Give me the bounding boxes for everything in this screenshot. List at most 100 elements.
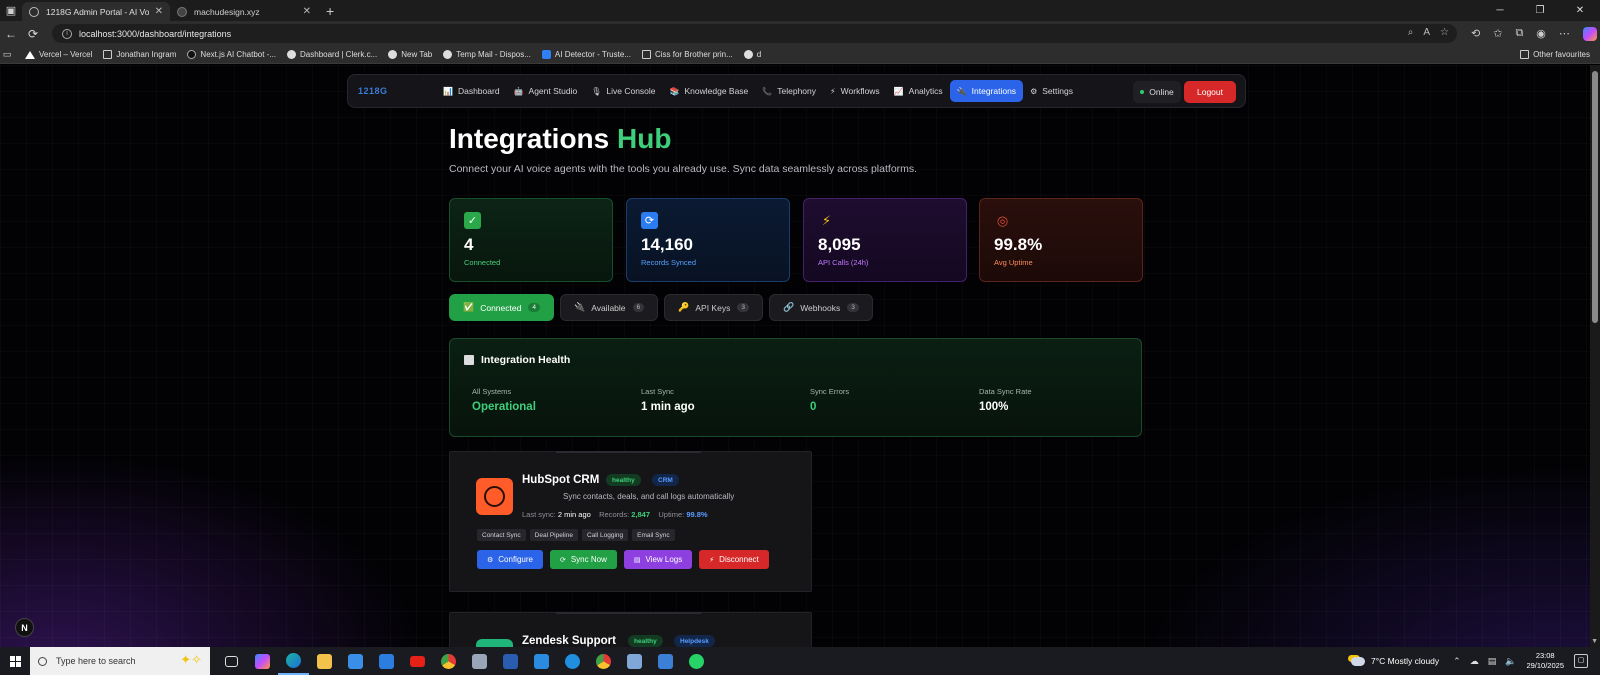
app-icon[interactable] — [650, 647, 681, 675]
new-tab-icon[interactable]: + — [326, 3, 334, 19]
sync-icon: ⟳ — [641, 212, 658, 229]
start-button[interactable] — [0, 655, 30, 667]
app-icon[interactable] — [557, 647, 588, 675]
extensions-icon[interactable]: ⟲ — [1471, 27, 1480, 40]
refresh-icon[interactable]: ⟳ — [22, 27, 44, 41]
powershell-icon[interactable] — [495, 647, 526, 675]
site-info-icon[interactable]: i — [62, 28, 72, 39]
bookmark-item[interactable]: Jonathan Ingram — [103, 50, 176, 59]
bookmark-item[interactable]: Vercel – Vercel — [25, 50, 92, 59]
bookmark-item[interactable]: Ciss for Brother prin... — [641, 50, 733, 59]
nav-item-workflows[interactable]: ⚡ Workflows — [823, 80, 887, 102]
integration-description: Sync contacts, deals, and call logs auto… — [563, 492, 735, 501]
nav-item-integrations[interactable]: 🔌 Integrations — [949, 80, 1024, 102]
disconnect-button[interactable]: ⚡ Disconnect — [699, 550, 769, 569]
app-icon[interactable] — [464, 647, 495, 675]
nav-item-knowledge-base[interactable]: 📚 Knowledge Base — [663, 80, 756, 102]
mail-icon[interactable] — [371, 647, 402, 675]
tab-connected[interactable]: ✅ Connected 4 — [449, 294, 554, 321]
scrollbar[interactable]: ▼ — [1590, 65, 1600, 647]
target-icon: ◎ — [996, 212, 1009, 228]
bookmark-item[interactable]: AI Detector - Truste... — [541, 50, 631, 59]
tab-close-icon[interactable]: ✕ — [303, 6, 311, 17]
favorites-icon[interactable]: ✩ — [1493, 27, 1502, 40]
bookmark-item[interactable]: d — [743, 50, 761, 59]
scrollbar-thumb[interactable] — [1592, 71, 1598, 323]
tab-webhooks[interactable]: 🔗 Webhooks 3 — [768, 294, 873, 321]
sync-now-button[interactable]: ⟳ Sync Now — [549, 550, 617, 569]
health-metric-sync-errors: Sync Errors 0 — [810, 387, 850, 413]
network-icon[interactable]: ▤ — [1488, 656, 1497, 667]
chrome-icon[interactable] — [588, 647, 619, 675]
books-icon: 📚 — [669, 86, 680, 96]
nav-item-analytics[interactable]: 📈 Analytics — [887, 80, 950, 102]
browser-tab-active[interactable]: 1218G Admin Portal - AI Voice Ag ✕ — [22, 2, 170, 21]
bookmark-item[interactable]: New Tab — [388, 50, 432, 59]
nav-item-live-console[interactable]: 🎙 Live Console — [584, 80, 662, 102]
zoom-icon[interactable]: ⌕ — [1408, 27, 1414, 38]
nav-item-dashboard[interactable]: 📊 Dashboard — [436, 80, 507, 102]
close-window-icon[interactable]: ✕ — [1560, 5, 1600, 16]
whatsapp-icon[interactable] — [681, 647, 712, 675]
file-explorer-icon[interactable] — [309, 647, 340, 675]
other-favourites[interactable]: Other favourites — [1520, 50, 1590, 59]
nav-item-settings[interactable]: ⚙ Settings — [1023, 80, 1080, 102]
plug-icon: 🔌 — [956, 86, 967, 96]
cloud-sync-icon[interactable]: ☁ — [1470, 656, 1479, 667]
stat-card-records-synced: ⟳ 14,160 Records Synced — [626, 198, 790, 282]
bookmark-item[interactable]: Next.js AI Chatbot -... — [187, 50, 276, 59]
youtube-icon[interactable] — [402, 647, 433, 675]
back-icon[interactable]: ← — [0, 27, 22, 41]
scroll-down-icon[interactable]: ▼ — [1591, 638, 1598, 645]
bookmark-item[interactable]: Temp Mail - Dispos... — [443, 50, 531, 59]
browser-tab-bar: ▣ 1218G Admin Portal - AI Voice Ag ✕ mac… — [0, 0, 1600, 21]
store-icon[interactable] — [340, 647, 371, 675]
minimize-icon[interactable]: ─ — [1480, 5, 1520, 16]
hubspot-logo-icon — [476, 478, 513, 515]
volume-icon[interactable]: 🔈 — [1505, 656, 1516, 667]
bookmarks-menu-icon[interactable]: ▭ — [0, 49, 14, 60]
tab-actions-icon[interactable]: ▣ — [0, 0, 22, 21]
bookmark-item[interactable]: Dashboard | Clerk.c... — [287, 50, 377, 59]
profile-icon[interactable]: ◉ — [1536, 27, 1546, 40]
logout-button[interactable]: Logout — [1184, 81, 1236, 103]
nav-item-telephony[interactable]: 📞 Telephony — [755, 80, 823, 102]
stat-card-avg-uptime: ◎ 99.8% Avg Uptime — [979, 198, 1143, 282]
address-bar[interactable]: i localhost:3000/dashboard/integrations … — [52, 24, 1457, 43]
brand-logo[interactable]: 1218G — [358, 86, 436, 96]
online-status-button[interactable]: Online — [1133, 81, 1181, 103]
more-menu-icon[interactable]: ⋯ — [1559, 27, 1570, 40]
clock[interactable]: 23:08 29/10/2025 — [1526, 651, 1564, 671]
copilot-icon[interactable] — [1582, 26, 1597, 41]
nextjs-dev-indicator-icon[interactable]: N — [15, 618, 34, 637]
task-view-icon[interactable] — [216, 647, 247, 675]
taskbar-search[interactable]: Type here to search ✦✧ — [30, 647, 210, 675]
tab-close-icon[interactable]: ✕ — [155, 6, 163, 17]
triangle-icon — [25, 50, 35, 59]
restore-icon[interactable]: ❐ — [1520, 5, 1560, 16]
nav-item-agent-studio[interactable]: 🤖 Agent Studio — [507, 80, 585, 102]
tab-favicon-icon — [177, 6, 187, 17]
edge-browser-icon[interactable] — [278, 647, 309, 675]
chrome-icon[interactable] — [433, 647, 464, 675]
windows-logo-icon — [9, 655, 21, 667]
view-logs-button[interactable]: ▤ View Logs — [623, 550, 693, 569]
tab-available[interactable]: 🔌 Available 6 — [559, 294, 659, 321]
collections-icon[interactable]: ⧉ — [1515, 27, 1523, 40]
weather-widget[interactable]: 7°C Mostly cloudy — [1351, 656, 1439, 666]
read-aloud-icon[interactable]: A — [1423, 27, 1430, 38]
copilot-app-icon[interactable] — [247, 647, 278, 675]
stat-value: 8,095 — [818, 235, 861, 254]
notifications-icon[interactable]: ▢ — [1574, 654, 1588, 668]
favorite-star-icon[interactable]: ☆ — [1440, 27, 1449, 38]
feature-chip: Call Logging — [581, 529, 629, 541]
chevron-up-icon[interactable]: ⌃ — [1453, 656, 1461, 667]
status-dot-icon — [1140, 90, 1145, 94]
browser-tab[interactable]: machudesign.xyz ✕ — [170, 2, 318, 21]
folder-icon — [103, 50, 113, 59]
chart-icon: 📈 — [893, 86, 904, 96]
app-icon[interactable] — [619, 647, 650, 675]
tab-api-keys[interactable]: 🔑 API Keys 3 — [664, 294, 763, 321]
configure-button[interactable]: ⚙ Configure — [477, 550, 543, 569]
vscode-icon[interactable] — [526, 647, 557, 675]
